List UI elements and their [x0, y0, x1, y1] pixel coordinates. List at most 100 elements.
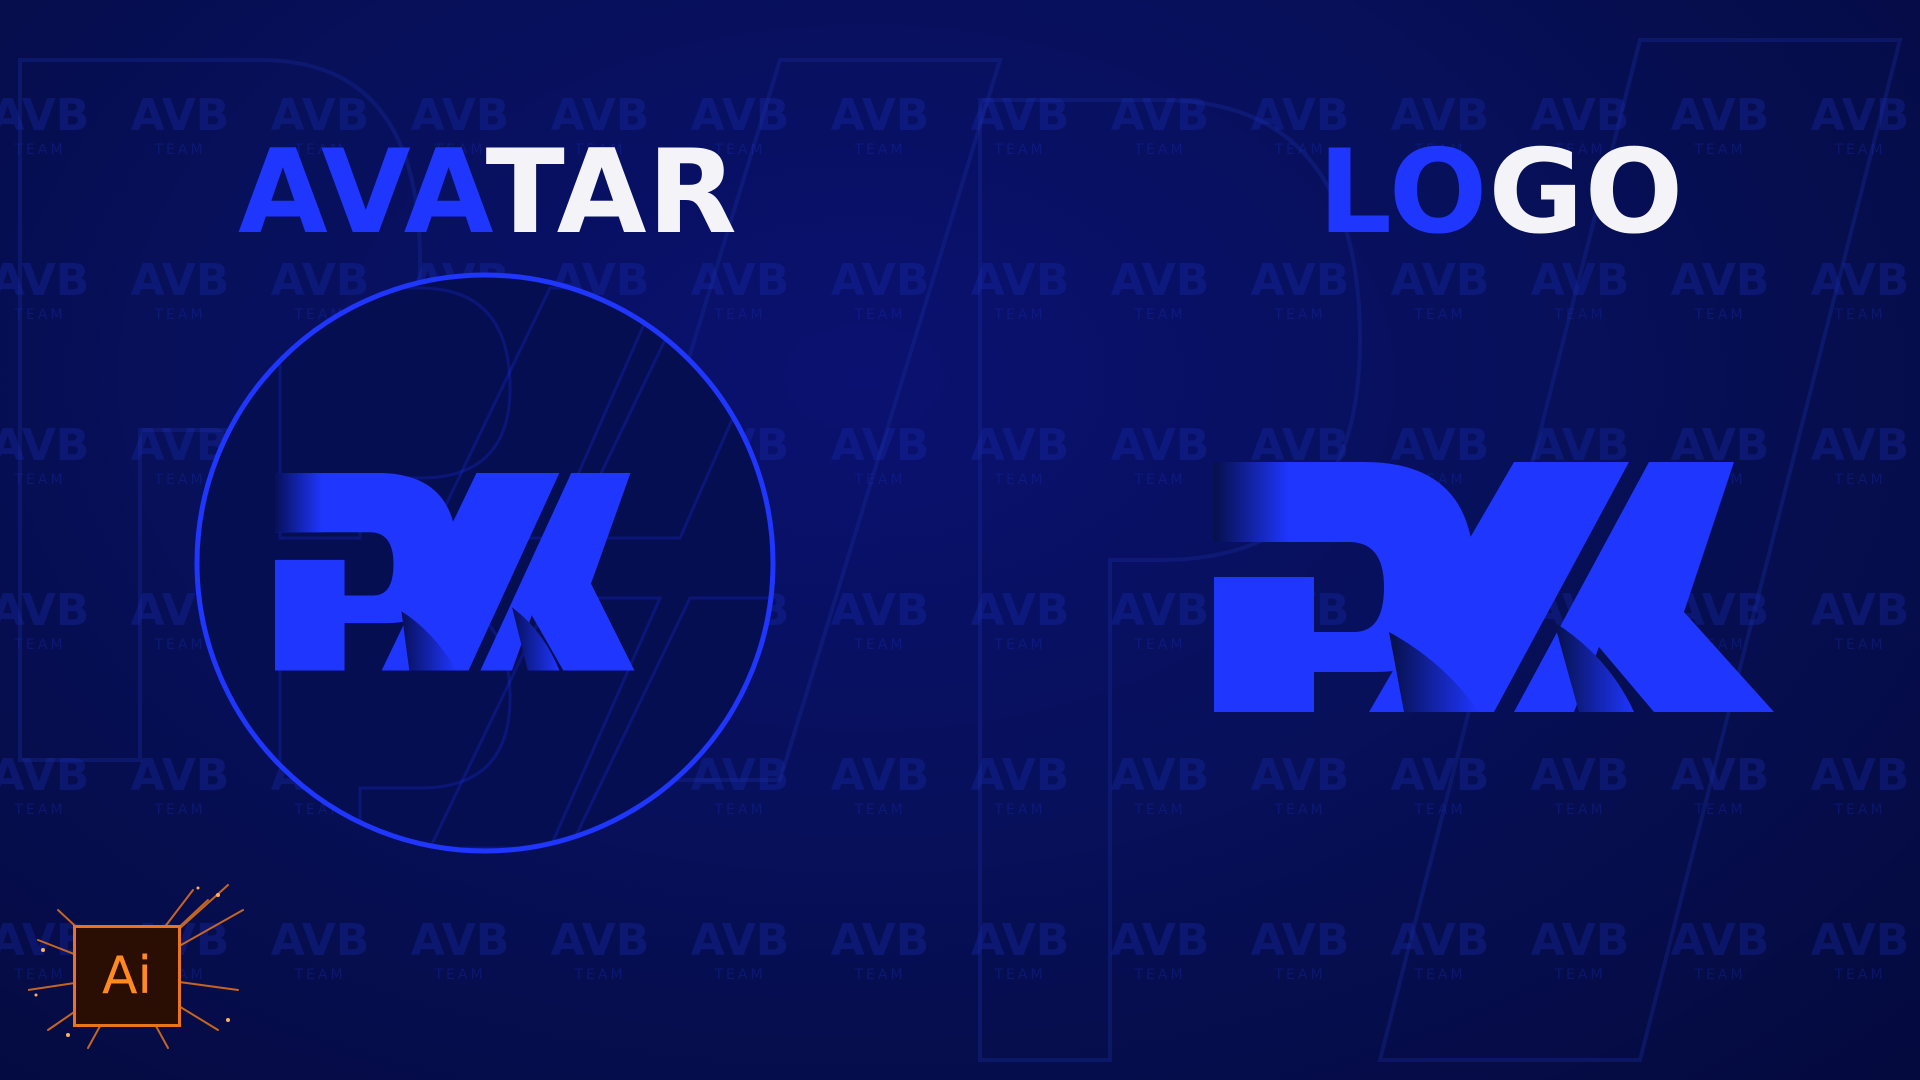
- watermark-top: AVB: [691, 915, 790, 966]
- watermark-top: AVB: [1531, 750, 1630, 801]
- watermark-top: AVB: [831, 585, 930, 636]
- watermark-top: AVB: [0, 255, 89, 306]
- watermark-bottom: TEAM: [1833, 472, 1885, 488]
- watermark-top: AVB: [411, 915, 510, 966]
- watermark-top: AVB: [971, 255, 1070, 306]
- watermark-bottom: TEAM: [1133, 967, 1185, 983]
- watermark-bottom: TEAM: [1133, 802, 1185, 818]
- watermark-top: AVB: [831, 750, 930, 801]
- watermark-bottom: TEAM: [993, 307, 1045, 323]
- watermark-top: AVB: [831, 90, 930, 141]
- watermark-top: AVB: [1671, 255, 1770, 306]
- watermark-bottom: TEAM: [1553, 307, 1605, 323]
- watermark-top: AVB: [1811, 915, 1910, 966]
- watermark-top: AVB: [1251, 255, 1350, 306]
- watermark-bottom: TEAM: [13, 802, 65, 818]
- watermark-top: AVB: [971, 750, 1070, 801]
- watermark-bottom: TEAM: [1693, 802, 1745, 818]
- watermark-bottom: TEAM: [853, 802, 905, 818]
- adobe-illustrator-badge: Ai: [28, 880, 248, 1050]
- watermark-top: AVB: [271, 915, 370, 966]
- watermark-top: AVB: [831, 915, 930, 966]
- watermark-top: AVB: [1531, 915, 1630, 966]
- watermark-bottom: TEAM: [13, 637, 65, 653]
- watermark-bottom: TEAM: [1273, 802, 1325, 818]
- watermark-bottom: TEAM: [993, 637, 1045, 653]
- logo-heading-rest: GO: [1488, 125, 1685, 260]
- logo-heading: LOGO: [1318, 135, 1684, 251]
- ai-label: Ai: [101, 946, 153, 1006]
- watermark-bottom: TEAM: [853, 637, 905, 653]
- watermark-top: AVB: [0, 585, 89, 636]
- watermark-top: AVB: [971, 585, 1070, 636]
- watermark-top: AVB: [1111, 90, 1210, 141]
- watermark-bottom: TEAM: [993, 967, 1045, 983]
- watermark-bottom: TEAM: [853, 472, 905, 488]
- watermark-top: AVB: [0, 420, 89, 471]
- watermark-bottom: TEAM: [1833, 637, 1885, 653]
- watermark-bottom: TEAM: [433, 967, 485, 983]
- watermark-top: AVB: [1111, 915, 1210, 966]
- watermark-bottom: TEAM: [1833, 802, 1885, 818]
- watermark-top: AVB: [1251, 750, 1350, 801]
- watermark-bottom: TEAM: [1693, 307, 1745, 323]
- watermark-top: AVB: [831, 255, 930, 306]
- watermark-top: AVB: [0, 750, 89, 801]
- watermark-bottom: TEAM: [1413, 307, 1465, 323]
- watermark-bottom: TEAM: [293, 967, 345, 983]
- watermark-bottom: TEAM: [993, 472, 1045, 488]
- logo-heading-accent: LO: [1318, 125, 1489, 260]
- avatar-heading-rest: TAR: [485, 125, 738, 260]
- watermark-top: AVB: [551, 915, 650, 966]
- watermark-top: AVB: [1391, 255, 1490, 306]
- watermark-bottom: TEAM: [853, 307, 905, 323]
- watermark-bottom: TEAM: [1133, 307, 1185, 323]
- watermark-top: AVB: [831, 420, 930, 471]
- watermark-bottom: TEAM: [573, 967, 625, 983]
- watermark-top: AVB: [971, 915, 1070, 966]
- watermark-top: AVB: [1811, 420, 1910, 471]
- watermark-top: AVB: [1391, 750, 1490, 801]
- watermark-top: AVB: [1111, 255, 1210, 306]
- adobe-illustrator-icon: Ai: [73, 925, 181, 1027]
- watermark-top: AVB: [1391, 915, 1490, 966]
- watermark-bottom: TEAM: [713, 967, 765, 983]
- watermark-bottom: TEAM: [1133, 472, 1185, 488]
- avatar-heading: AVATAR: [238, 135, 738, 251]
- avatar-emblem: [194, 272, 776, 854]
- avatar-heading-accent: AVA: [238, 125, 486, 260]
- watermark-bottom: TEAM: [153, 142, 205, 158]
- watermark-top: AVB: [1671, 750, 1770, 801]
- watermark-bottom: TEAM: [1133, 142, 1185, 158]
- watermark-top: AVB: [131, 90, 230, 141]
- logo-pm-monogram: [1214, 462, 1774, 712]
- watermark-bottom: TEAM: [1833, 142, 1885, 158]
- watermark-bottom: TEAM: [13, 307, 65, 323]
- watermark-top: AVB: [1811, 255, 1910, 306]
- watermark-bottom: TEAM: [993, 802, 1045, 818]
- watermark-top: AVB: [1811, 750, 1910, 801]
- watermark-top: AVB: [1111, 585, 1210, 636]
- watermark-bottom: TEAM: [1273, 307, 1325, 323]
- watermark-top: AVB: [1671, 915, 1770, 966]
- watermark-bottom: TEAM: [853, 142, 905, 158]
- watermark-top: AVB: [1811, 585, 1910, 636]
- watermark-bottom: TEAM: [1833, 307, 1885, 323]
- watermark-top: AVB: [1531, 255, 1630, 306]
- watermark-bottom: TEAM: [993, 142, 1045, 158]
- watermark-bottom: TEAM: [1273, 967, 1325, 983]
- watermark-bottom: TEAM: [1413, 802, 1465, 818]
- watermark-bottom: TEAM: [13, 472, 65, 488]
- watermark-bottom: TEAM: [1833, 967, 1885, 983]
- watermark-bottom: TEAM: [1133, 637, 1185, 653]
- watermark-bottom: TEAM: [1553, 967, 1605, 983]
- watermark-top: AVB: [1111, 750, 1210, 801]
- watermark-bottom: TEAM: [1413, 967, 1465, 983]
- watermark-bottom: TEAM: [1553, 802, 1605, 818]
- watermark-top: AVB: [1111, 420, 1210, 471]
- watermark-bottom: TEAM: [1693, 967, 1745, 983]
- watermark-bottom: TEAM: [1693, 142, 1745, 158]
- watermark-top: AVB: [1251, 915, 1350, 966]
- watermark-top: AVB: [1671, 90, 1770, 141]
- watermark-top: AVB: [971, 420, 1070, 471]
